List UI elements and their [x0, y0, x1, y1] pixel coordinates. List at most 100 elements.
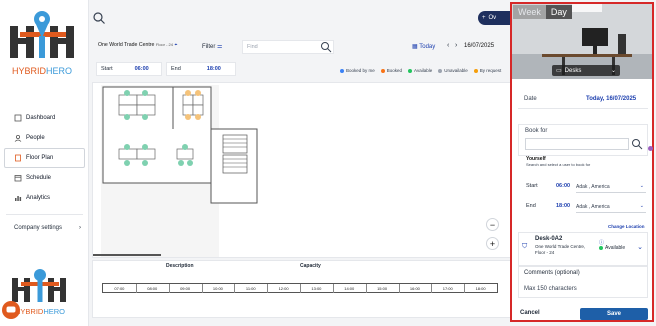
- search-icon[interactable]: [631, 138, 643, 150]
- timeline-gridline: [234, 284, 236, 293]
- overview-button[interactable]: + Ov: [478, 11, 512, 25]
- comments-placeholder: Max 150 characters: [524, 286, 577, 292]
- end-label: End: [526, 203, 536, 209]
- sidebar-item-label: Schedule: [26, 175, 52, 181]
- week-day-toggle[interactable]: Week Day: [513, 5, 572, 19]
- sidebar-item-label: Analytics: [26, 195, 51, 201]
- overview-button-label: Ov: [488, 15, 497, 21]
- date-value[interactable]: Today, 16/07/2025: [586, 96, 636, 102]
- toggle-day[interactable]: Day: [545, 5, 572, 19]
- start-row: Start 06:00 Adak , America ⌄: [518, 180, 648, 196]
- resource-type-select[interactable]: ▭ Desks ⌄: [552, 65, 620, 76]
- timeline-gridline: [201, 284, 203, 293]
- sidebar-item-people[interactable]: People: [0, 128, 89, 148]
- info-icon[interactable]: ⓘ: [599, 239, 604, 246]
- desk-status: Available: [605, 245, 626, 251]
- people-icon: [14, 134, 22, 142]
- calendar-icon: [14, 174, 22, 182]
- date-label: Date: [524, 96, 537, 102]
- timeline-gridline: [168, 284, 170, 293]
- timeline-gridline: [135, 284, 137, 293]
- timeline-hour-label: 11:00: [245, 286, 256, 291]
- toggle-week[interactable]: Week: [513, 5, 546, 19]
- scroll-indicator[interactable]: [648, 146, 653, 151]
- selected-desk-card: ⛉ Desk-0A2 One World Trade Centre, Floor…: [518, 232, 648, 266]
- global-search-button[interactable]: [92, 11, 106, 25]
- status-legend: Booked by me Booked Available Unavailabl…: [340, 68, 501, 73]
- cancel-button[interactable]: Cancel: [520, 310, 540, 316]
- end-value[interactable]: 18:00: [556, 203, 570, 209]
- start-timezone-value: Adak , America: [576, 184, 610, 190]
- sidebar-item-label: People: [26, 135, 45, 141]
- filter-label: Filter: [202, 44, 216, 50]
- sidebar: HYBRIDHERO Dashboard People Floor Plan S…: [0, 0, 89, 326]
- analytics-icon: [14, 194, 22, 202]
- start-time-field[interactable]: Start 06:00: [96, 62, 162, 76]
- timeline-hour-label: 07:00: [114, 286, 125, 291]
- next-day-icon[interactable]: ›: [455, 42, 457, 49]
- desk-name: Desk-0A2: [535, 236, 563, 242]
- sliders-icon: ⚌: [217, 44, 223, 50]
- timeline-gridline: [365, 284, 367, 293]
- book-for-label: Book for: [525, 128, 548, 134]
- chat-icon: [6, 306, 16, 313]
- find-placeholder: Find: [247, 44, 258, 50]
- book-for-input[interactable]: [525, 138, 629, 150]
- timeline-gridline: [267, 284, 269, 293]
- timeline-hour-label: 15:00: [377, 286, 388, 291]
- save-button[interactable]: Save: [580, 308, 648, 320]
- timeline-bar[interactable]: 07:00 08:00 09:00 10:00 11:00 12:00 13:00 14:00…: [102, 283, 498, 293]
- start-label: Start: [101, 66, 113, 72]
- sidebar-item-floorplan[interactable]: Floor Plan: [4, 148, 85, 168]
- sidebar-item-schedule[interactable]: Schedule: [0, 168, 89, 188]
- timeline-hour-label: 09:00: [180, 286, 191, 291]
- desk-icon: ▭: [556, 68, 562, 74]
- timeline-hour-label: 10:00: [212, 286, 223, 291]
- location-selector[interactable]: One World Trade Centre Floor - 24 ⌖: [98, 42, 177, 49]
- legend-unavailable: Unavailable: [438, 68, 468, 73]
- change-location-link[interactable]: Change Location: [608, 224, 645, 229]
- end-time-field[interactable]: End 18:00: [166, 62, 236, 76]
- legend-by-request: By request: [473, 68, 501, 73]
- end-timezone-select[interactable]: Adak , America ⌄: [576, 201, 646, 213]
- company-settings-item[interactable]: Company settings ›: [0, 221, 89, 235]
- hybridhero-logo: HYBRIDHERO: [10, 11, 74, 76]
- end-label: End: [171, 66, 181, 72]
- zoom-out-button[interactable]: −: [486, 218, 499, 231]
- current-date[interactable]: 16/07/2025: [464, 43, 494, 49]
- floor-plan-drawing: [93, 83, 511, 261]
- timeline-hour-label: 18:00: [475, 286, 486, 291]
- desk-location: One World Trade Centre,: [535, 244, 586, 249]
- today-button[interactable]: ▦ Today: [412, 43, 435, 50]
- desk-icon: ⛉: [522, 243, 528, 250]
- chevron-down-icon: ⌄: [639, 183, 644, 189]
- prev-day-icon[interactable]: ‹: [447, 42, 449, 49]
- desk-floor: Floor - 24: [535, 250, 555, 255]
- timeline-gridline: [300, 284, 301, 293]
- filter-button[interactable]: Filter ⚌: [202, 43, 222, 50]
- chevron-down-icon[interactable]: ⌄: [637, 243, 643, 251]
- location-floor: Floor - 24: [155, 42, 173, 47]
- comments-field[interactable]: Comments (optional) Max 150 characters: [518, 266, 648, 298]
- plus-icon: +: [482, 15, 486, 21]
- timeline-gridline: [398, 284, 400, 293]
- start-value: 06:00: [134, 66, 149, 72]
- find-search-icon[interactable]: [320, 41, 332, 53]
- comments-label: Comments (optional): [524, 270, 580, 276]
- timeline-hour-label: 08:00: [147, 286, 158, 291]
- timeline-gridline: [332, 284, 334, 293]
- zoom-in-button[interactable]: +: [486, 237, 499, 250]
- chat-button[interactable]: [2, 301, 20, 319]
- legend-available: Available: [408, 68, 432, 73]
- timeline-gridline: [431, 284, 433, 293]
- chevron-right-icon: ›: [79, 225, 81, 231]
- available-dot: [599, 246, 603, 250]
- timeline-hour-label: 12:00: [278, 286, 289, 291]
- start-label: Start: [526, 183, 538, 189]
- sidebar-item-dashboard[interactable]: Dashboard: [0, 108, 89, 128]
- floor-plan-canvas[interactable]: [92, 82, 512, 261]
- sidebar-item-label: Dashboard: [26, 115, 56, 121]
- start-timezone-select[interactable]: Adak , America ⌄: [576, 181, 646, 193]
- sidebar-item-analytics[interactable]: Analytics: [0, 188, 89, 208]
- start-value[interactable]: 06:00: [556, 183, 570, 189]
